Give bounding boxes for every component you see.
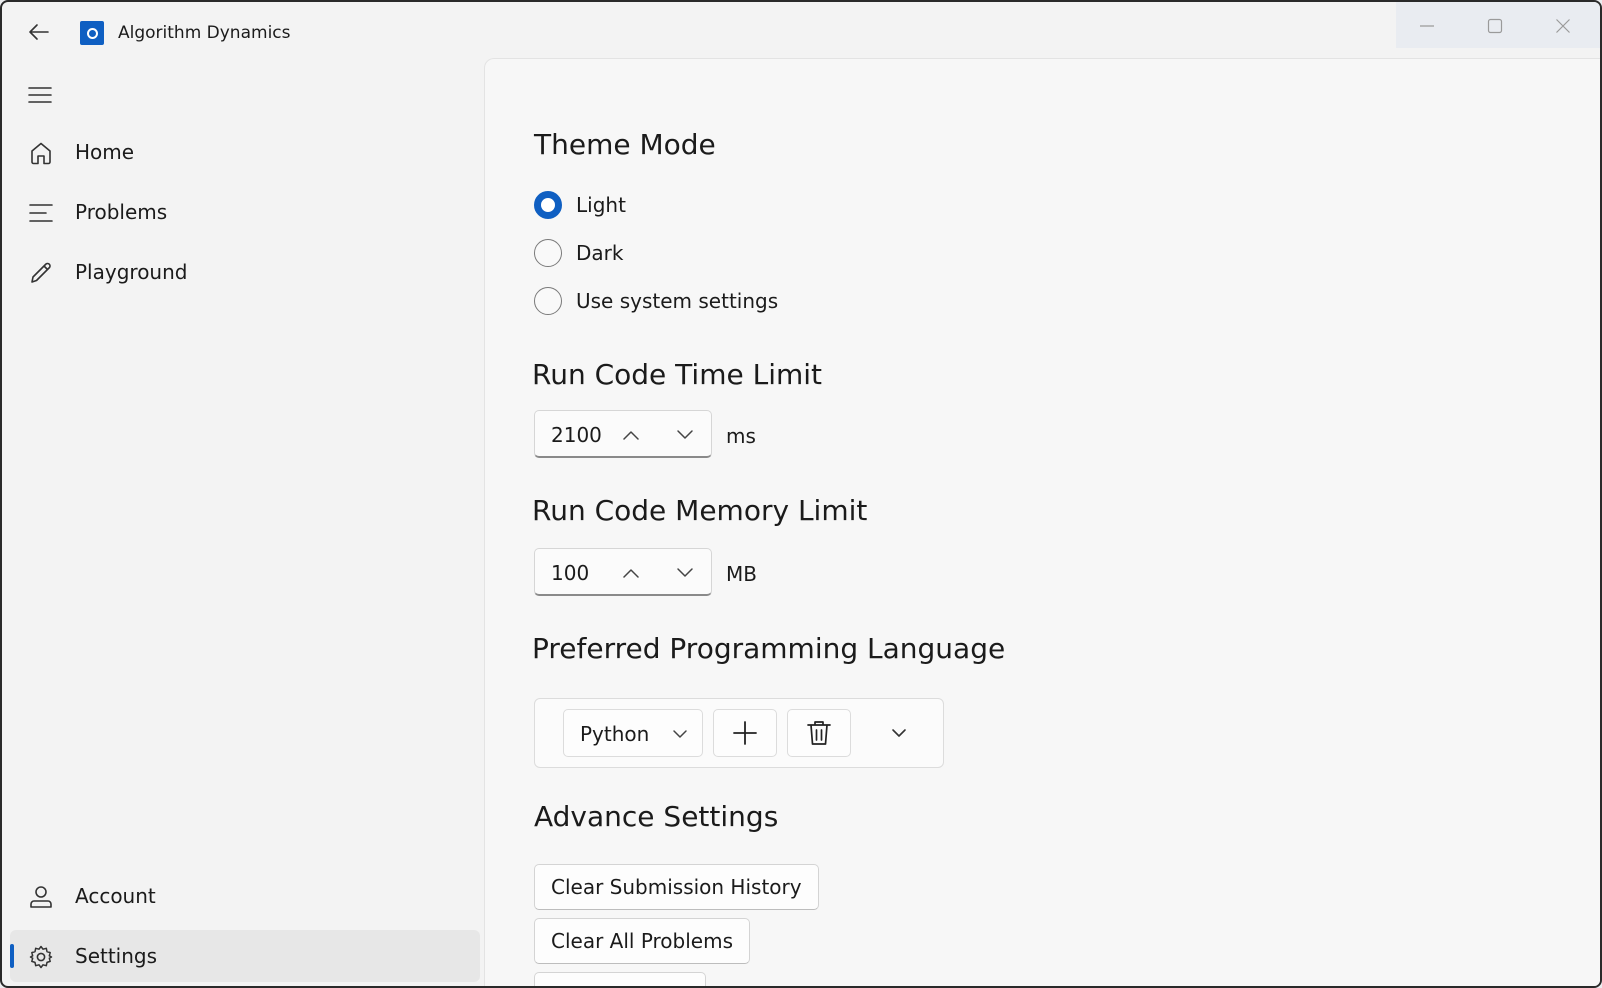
title-bar: Algorithm Dynamics — [2, 2, 1600, 58]
radio-label: Dark — [576, 241, 624, 265]
gear-icon — [29, 945, 53, 969]
time-limit-numberbox[interactable]: 2100 — [534, 410, 712, 458]
chevron-down-icon — [677, 568, 693, 577]
nav-menu-button[interactable] — [26, 82, 54, 108]
radio-circle — [534, 287, 562, 315]
radio-theme-system[interactable]: Use system settings — [534, 286, 778, 316]
nav-item-label: Home — [75, 140, 135, 164]
caption-buttons — [1396, 2, 1600, 48]
advanced-settings-title: Advance Settings — [534, 800, 779, 833]
home-icon — [31, 142, 51, 165]
add-language-button[interactable] — [713, 709, 777, 757]
time-limit-value[interactable]: 2100 — [551, 423, 602, 447]
preferred-language-title: Preferred Programming Language — [532, 632, 1006, 665]
memory-limit-decrement-button[interactable] — [671, 559, 699, 587]
clear-submission-history-button[interactable]: Clear Submission History — [534, 864, 819, 910]
radio-theme-dark[interactable]: Dark — [534, 238, 623, 268]
clear-all-data-button[interactable]: Clear All Data — [534, 972, 706, 986]
time-limit-decrement-button[interactable] — [671, 421, 699, 449]
close-button[interactable] — [1540, 12, 1586, 40]
selection-indicator — [10, 944, 14, 968]
memory-limit-unit: MB — [726, 562, 757, 586]
nav-item-label: Settings — [75, 944, 158, 968]
nav-item-label: Playground — [75, 260, 188, 284]
chevron-down-icon — [670, 724, 690, 744]
time-limit-increment-button[interactable] — [617, 421, 645, 449]
radio-circle — [534, 239, 562, 267]
delete-language-button[interactable] — [787, 709, 851, 757]
time-limit-unit: ms — [726, 424, 756, 448]
app-window: Algorithm Dynamics Home Problems Playgro… — [0, 0, 1602, 988]
more-options-button[interactable] — [887, 721, 911, 745]
theme-mode-title: Theme Mode — [534, 128, 716, 161]
nav-item-problems[interactable]: Problems — [10, 186, 480, 238]
nav-item-home[interactable]: Home — [10, 126, 480, 178]
pencil-icon — [31, 262, 51, 283]
chevron-down-icon — [892, 729, 906, 737]
language-command-bar: Python — [534, 698, 944, 768]
minimize-button[interactable] — [1404, 12, 1450, 40]
memory-limit-increment-button[interactable] — [617, 559, 645, 587]
nav-item-label: Problems — [75, 200, 168, 224]
close-icon — [1556, 19, 1570, 33]
language-selected-value: Python — [580, 722, 650, 746]
nav-item-label: Account — [75, 884, 156, 908]
app-title: Algorithm Dynamics — [118, 23, 291, 43]
trash-icon — [807, 721, 831, 745]
language-combobox[interactable]: Python — [563, 709, 703, 757]
memory-limit-title: Run Code Memory Limit — [532, 494, 868, 527]
plus-icon — [733, 721, 757, 745]
radio-label: Light — [576, 193, 626, 217]
app-logo-icon — [80, 21, 104, 45]
person-icon — [30, 886, 52, 908]
chevron-up-icon — [623, 431, 639, 440]
memory-limit-numberbox[interactable]: 100 — [534, 548, 712, 596]
chevron-up-icon — [623, 569, 639, 578]
radio-theme-light[interactable]: Light — [534, 190, 626, 220]
maximize-button[interactable] — [1472, 12, 1518, 40]
chevron-down-icon — [677, 430, 693, 439]
minimize-icon — [1420, 25, 1434, 27]
back-button[interactable] — [22, 18, 56, 46]
clear-all-problems-button[interactable]: Clear All Problems — [534, 918, 751, 964]
time-limit-title: Run Code Time Limit — [532, 358, 823, 391]
maximize-icon — [1487, 18, 1503, 34]
radio-circle — [534, 191, 562, 219]
nav-item-settings[interactable]: Settings — [10, 930, 480, 982]
radio-label: Use system settings — [576, 289, 779, 313]
nav-item-playground[interactable]: Playground — [10, 246, 480, 298]
memory-limit-value[interactable]: 100 — [551, 561, 589, 585]
back-arrow-icon — [29, 24, 49, 40]
list-icon — [29, 204, 53, 222]
hamburger-icon — [28, 87, 52, 103]
nav-item-account[interactable]: Account — [10, 870, 480, 922]
